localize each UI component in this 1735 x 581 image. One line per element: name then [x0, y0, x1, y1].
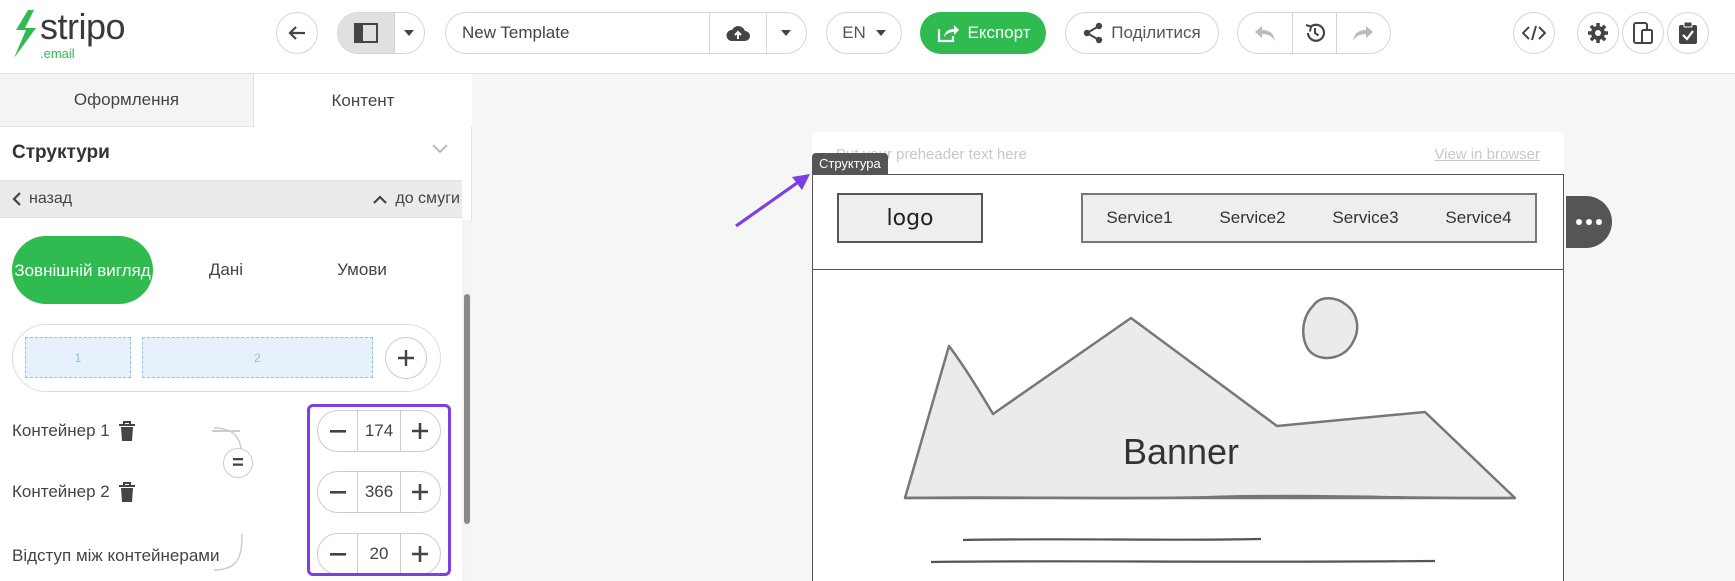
layout-icon: [353, 23, 378, 43]
device-preview-button[interactable]: [1622, 12, 1664, 54]
redo-icon: [1353, 26, 1374, 41]
code-icon: [1522, 25, 1546, 41]
top-toolbar: stripo .email New Template EN Експорт По…: [0, 0, 1735, 74]
language-select[interactable]: EN: [826, 12, 902, 54]
container-2-label: Контейнер 2: [12, 482, 110, 501]
to-stripe-label: до смуги: [395, 190, 460, 207]
share-label: Поділитися: [1111, 23, 1201, 42]
equalize-button[interactable]: =: [223, 448, 253, 478]
layout-toggle[interactable]: [337, 12, 425, 54]
breadcrumb: назад до смуги: [0, 180, 462, 218]
export-label: Експорт: [967, 23, 1031, 42]
caret-down-icon: [875, 30, 886, 36]
menu-item[interactable]: Service4: [1445, 208, 1511, 228]
undo-button[interactable]: [1238, 13, 1294, 53]
language-value: EN: [842, 23, 866, 42]
scrollbar-thumb[interactable]: [464, 294, 470, 524]
container-1-row: Контейнер 1: [12, 420, 136, 442]
plus-icon: [398, 350, 414, 366]
caret-down-icon: [404, 30, 415, 36]
subtab-data[interactable]: Дані: [178, 236, 274, 304]
subtab-appearance[interactable]: Зовнішній вигляд: [12, 236, 153, 304]
column-2[interactable]: 2: [142, 337, 373, 378]
chevron-up-icon: [373, 194, 388, 204]
section-title: Структури: [12, 142, 110, 163]
menu-item[interactable]: Service2: [1219, 208, 1285, 228]
selected-structure[interactable]: logo Service1 Service2 Service3 Service4: [812, 174, 1564, 270]
chevron-down-icon[interactable]: [432, 144, 448, 154]
arrow-pointer-icon: [735, 174, 810, 228]
menu-block[interactable]: Service1 Service2 Service3 Service4: [1081, 193, 1537, 243]
trash-icon[interactable]: [118, 420, 136, 442]
structure-subtabs: Зовнішній вигляд Дані Умови: [12, 236, 452, 304]
more-options-button[interactable]: [1566, 196, 1612, 248]
settings-panel: Оформлення Контент Структури назад до см…: [0, 74, 472, 581]
view-in-browser-link[interactable]: View in browser: [1434, 146, 1540, 163]
undo-icon: [1255, 26, 1276, 41]
dot: [1596, 219, 1602, 225]
subtab-conditions[interactable]: Умови: [312, 236, 412, 304]
stripo-logo-icon: [14, 10, 36, 58]
banner-block[interactable]: Banner: [812, 270, 1564, 581]
template-name-input[interactable]: New Template: [445, 12, 710, 54]
export-button[interactable]: Експорт: [920, 12, 1046, 54]
layout-dropdown-button[interactable]: [395, 13, 424, 53]
panel-tabs: Оформлення Контент: [0, 74, 472, 127]
banner-label: Banner: [1123, 431, 1239, 472]
cloud-upload-icon: [726, 26, 750, 41]
tab-content[interactable]: Контент: [254, 74, 472, 127]
menu-item[interactable]: Service1: [1106, 208, 1172, 228]
settings-button[interactable]: [1577, 12, 1619, 54]
chevron-left-icon: [12, 192, 21, 206]
highlight-box: [307, 404, 451, 576]
share-icon: [1084, 22, 1103, 44]
structure-tag: Структура: [812, 153, 888, 174]
gear-icon: [1588, 23, 1608, 43]
dot: [1586, 219, 1592, 225]
clipboard-check-icon: [1679, 21, 1697, 44]
banner-image: Banner: [903, 297, 1517, 564]
gap-row: Відступ між контейнерами: [12, 546, 219, 566]
column-layout: 1 2: [12, 324, 441, 392]
back-link[interactable]: назад: [12, 190, 72, 208]
test-checklist-button[interactable]: [1667, 12, 1709, 54]
logo-text: stripo: [40, 6, 126, 47]
column-1[interactable]: 1: [25, 337, 131, 378]
container-1-label: Контейнер 1: [12, 421, 110, 440]
layout-view-button[interactable]: [338, 13, 395, 53]
save-group: [709, 12, 807, 54]
link-bracket: [213, 427, 243, 571]
save-dropdown-button[interactable]: [767, 13, 806, 53]
dot: [1576, 219, 1582, 225]
container-2-row: Контейнер 2: [12, 481, 136, 503]
redo-button[interactable]: [1337, 13, 1390, 53]
menu-item[interactable]: Service3: [1332, 208, 1398, 228]
history-group: [1237, 12, 1391, 54]
devices-icon: [1633, 22, 1653, 44]
logo-subtext: .email: [40, 46, 75, 61]
tab-design[interactable]: Оформлення: [0, 74, 254, 127]
code-editor-button[interactable]: [1513, 12, 1555, 54]
trash-icon[interactable]: [118, 481, 136, 503]
back-button[interactable]: [276, 12, 318, 54]
to-stripe-link[interactable]: до смуги: [373, 190, 460, 208]
history-button[interactable]: [1293, 13, 1337, 53]
add-column-button[interactable]: [385, 337, 427, 379]
panel-scrollbar[interactable]: [462, 220, 472, 581]
caret-down-icon: [781, 30, 792, 36]
cloud-save-button[interactable]: [710, 13, 767, 53]
share-button[interactable]: Поділитися: [1065, 12, 1219, 54]
history-icon: [1305, 23, 1325, 42]
gap-label: Відступ між контейнерами: [12, 546, 220, 565]
logo-placeholder[interactable]: logo: [837, 193, 983, 243]
back-label: назад: [29, 190, 73, 207]
export-icon: [937, 25, 959, 43]
arrow-left-icon: [288, 26, 305, 40]
